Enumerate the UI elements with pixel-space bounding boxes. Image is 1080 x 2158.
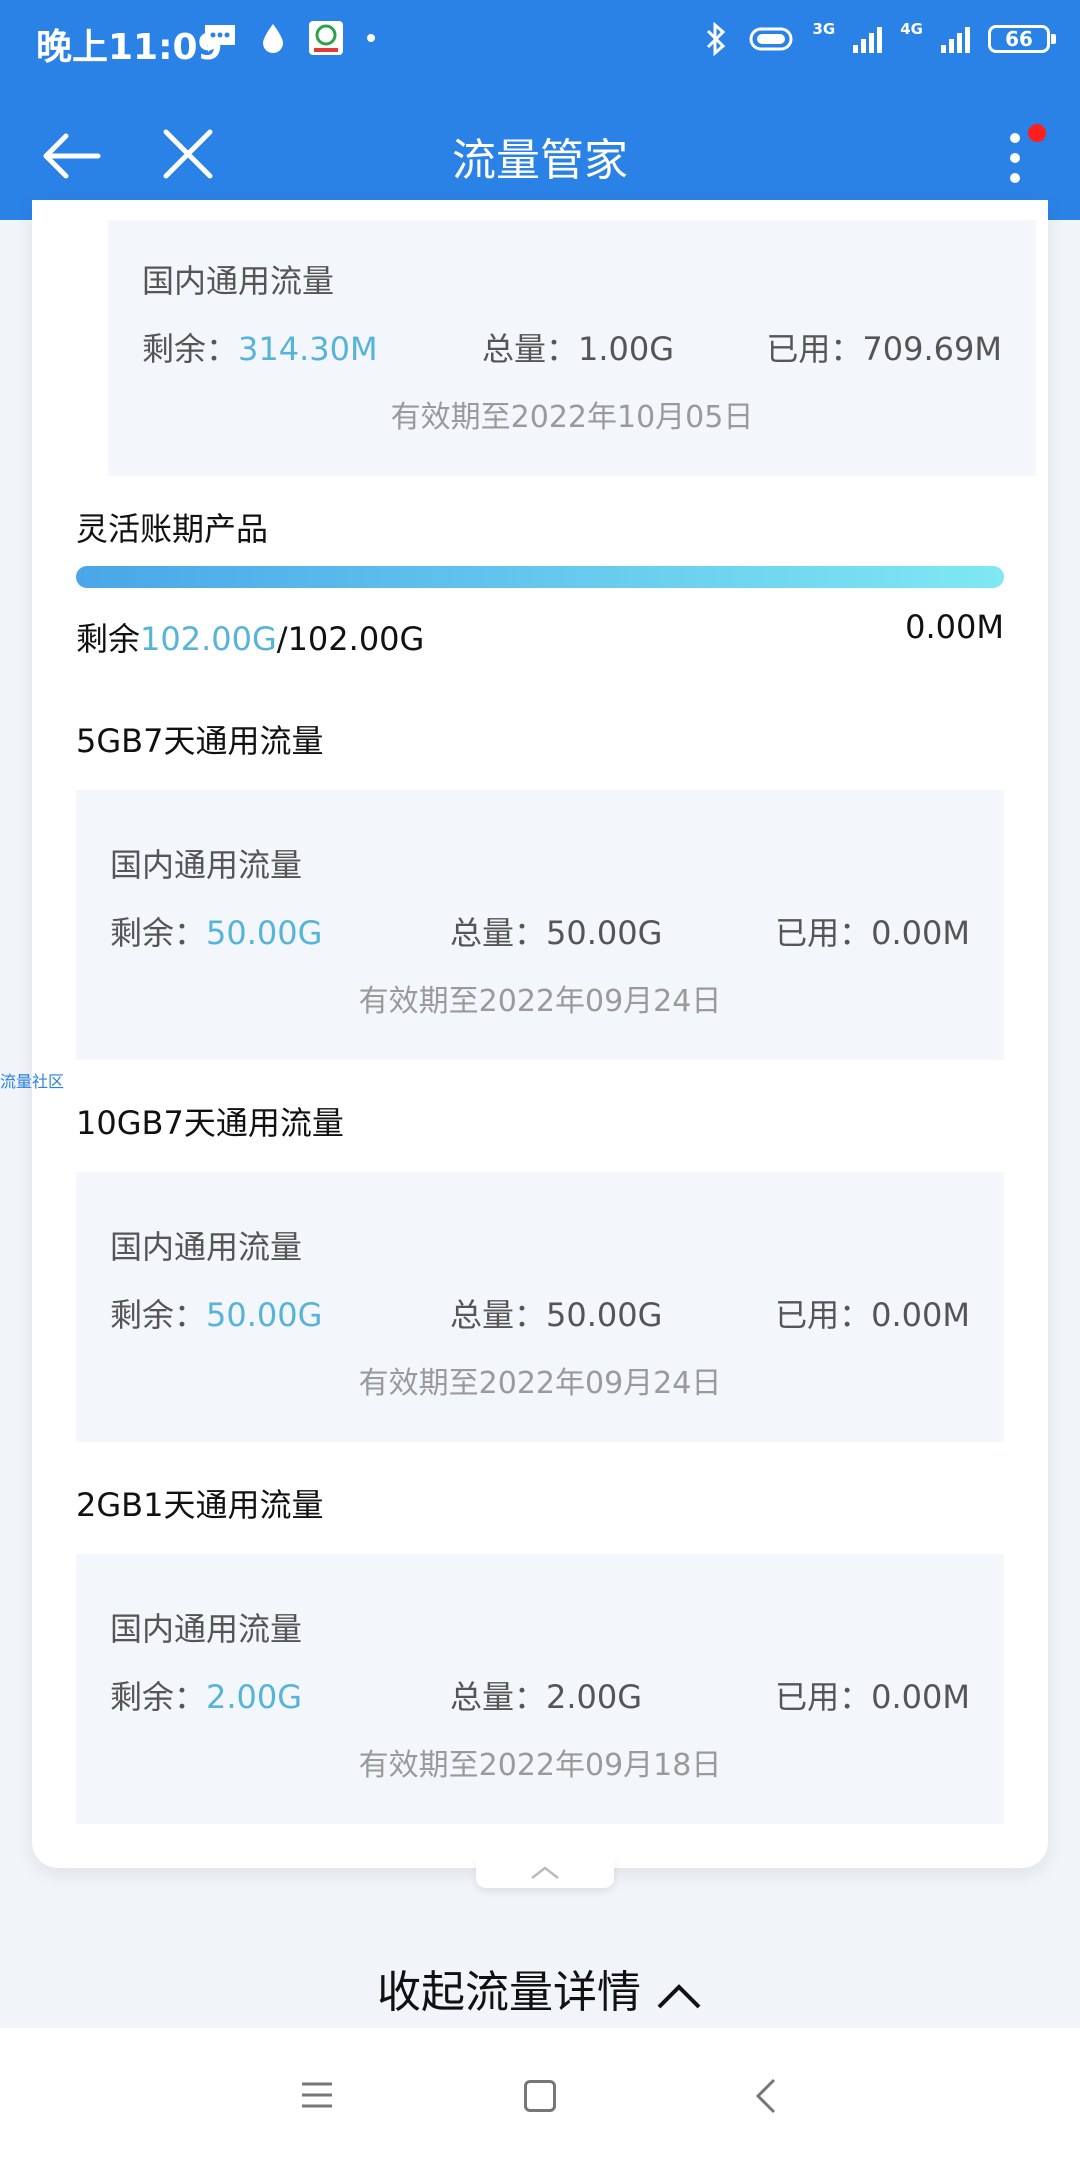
- remain-stat: 剩余：314.30M: [142, 324, 378, 370]
- network-3g-label: 3G: [812, 20, 836, 38]
- notification-dot: [1028, 124, 1046, 142]
- validity-date: 有效期至2022年09月24日: [358, 1366, 722, 1401]
- flex-remain: 剩余102.00G/102.00G: [76, 614, 424, 660]
- community-side-tag[interactable]: 流量社区: [0, 1068, 64, 1092]
- status-notifications: [202, 20, 376, 56]
- remain-label: 剩余：: [110, 1296, 207, 1334]
- status-bar: 晚上11:09 3G 4G 66: [0, 0, 1080, 88]
- package-detail-box: 国内通用流量 剩余：2.00G 总量：2.00G 已用：0.00M 有效期至20…: [76, 1554, 1004, 1824]
- package-type: 国内通用流量: [110, 1228, 303, 1266]
- chevron-up-icon: [657, 1984, 701, 2009]
- section-title-package: 5GB7天通用流量: [76, 722, 324, 760]
- remain-value: 2.00G: [206, 1678, 303, 1716]
- collapse-tab[interactable]: [476, 1858, 614, 1888]
- used-stat: 已用：0.00M: [775, 1296, 970, 1334]
- flex-used-value: 0.00M: [905, 608, 1004, 646]
- battery-icon: 66: [988, 25, 1056, 53]
- nav-back-icon[interactable]: [752, 2076, 780, 2116]
- validity-date: 有效期至2022年09月24日: [358, 984, 722, 1019]
- status-system-icons: 3G 4G 66: [703, 20, 1056, 56]
- used-stat: 已用：0.00M: [775, 1678, 970, 1716]
- network-4g-label: 4G: [900, 20, 923, 38]
- vibrate-icon: [749, 27, 792, 51]
- package-detail-box: 国内通用流量 剩余：50.00G 总量：50.00G 已用：0.00M 有效期至…: [76, 790, 1004, 1060]
- flex-progress-bar: [76, 566, 1004, 588]
- menu-icon[interactable]: [300, 2078, 334, 2112]
- app-notification-icon: [309, 21, 343, 55]
- page-title: 流量管家: [452, 135, 628, 186]
- validity-date: 有效期至2022年10月05日: [390, 400, 754, 435]
- remain-value: 50.00G: [206, 1296, 323, 1334]
- flex-remain-label: 剩余: [76, 620, 141, 658]
- section-title-package: 2GB1天通用流量: [76, 1486, 324, 1524]
- remain-stat: 剩余：50.00G: [110, 1290, 322, 1336]
- collapse-label: 收起流量详情: [377, 1967, 641, 2018]
- remain-stat: 剩余：2.00G: [110, 1672, 302, 1718]
- collapse-details-button[interactable]: 收起流量详情: [0, 1956, 1080, 2020]
- signal-3g-icon: [853, 25, 883, 53]
- message-icon: [205, 25, 235, 52]
- drop-icon: [263, 24, 283, 53]
- total-stat: 总量：50.00G: [450, 1296, 663, 1334]
- system-nav-bar: [0, 2028, 1080, 2158]
- remain-stat: 剩余：50.00G: [110, 908, 322, 954]
- remain-label: 剩余：: [142, 330, 239, 368]
- remain-value: 50.00G: [206, 914, 323, 952]
- home-icon[interactable]: [524, 2080, 556, 2112]
- package-detail-box: 国内通用流量 剩余：314.30M 总量：1.00G 已用：709.69M 有效…: [108, 220, 1036, 476]
- total-stat: 总量：2.00G: [450, 1678, 643, 1716]
- package-type: 国内通用流量: [110, 846, 303, 884]
- signal-4g-icon: [941, 25, 970, 53]
- package-detail-box: 国内通用流量 剩余：50.00G 总量：50.00G 已用：0.00M 有效期至…: [76, 1172, 1004, 1442]
- flex-remain-value: 102.00G: [140, 620, 277, 658]
- total-stat: 总量：50.00G: [450, 914, 663, 952]
- used-stat: 已用：709.69M: [766, 330, 1002, 368]
- validity-date: 有效期至2022年09月18日: [358, 1748, 722, 1783]
- remain-label: 剩余：: [110, 914, 207, 952]
- remain-value: 314.30M: [238, 330, 378, 368]
- package-type: 国内通用流量: [110, 1610, 303, 1648]
- package-type: 国内通用流量: [142, 262, 335, 300]
- bluetooth-icon: [706, 22, 725, 56]
- section-title-package: 10GB7天通用流量: [76, 1104, 344, 1142]
- total-stat: 总量：1.00G: [482, 330, 675, 368]
- chevron-up-icon: [531, 1866, 559, 1879]
- dot-icon: [367, 34, 375, 42]
- section-title-flex: 灵活账期产品: [76, 510, 269, 548]
- status-time: 晚上11:09: [36, 27, 223, 68]
- used-stat: 已用：0.00M: [775, 914, 970, 952]
- remain-label: 剩余：: [110, 1678, 207, 1716]
- flex-remain-total: /102.00G: [276, 620, 425, 658]
